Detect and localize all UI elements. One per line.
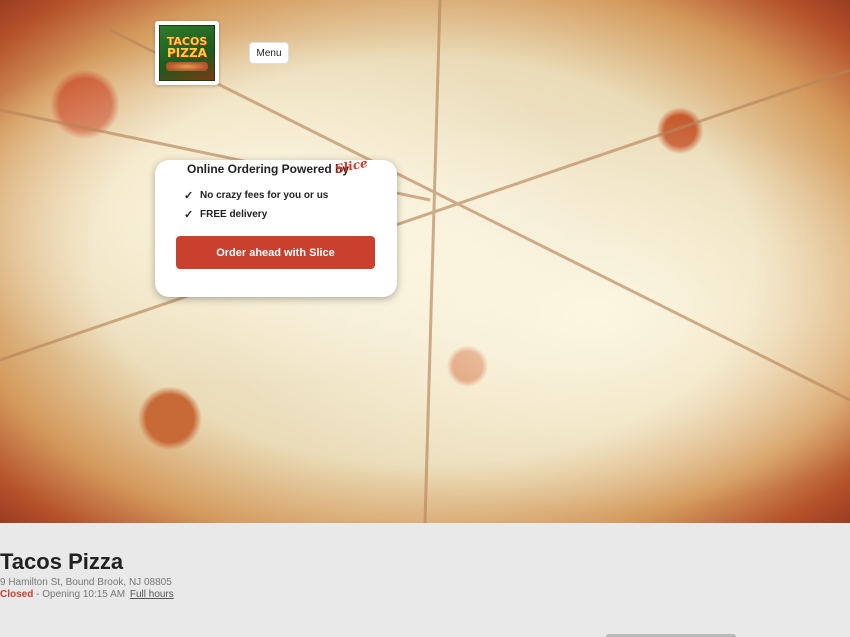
logo-text-line1: TACOS	[166, 34, 208, 48]
feature-item: ✓ No crazy fees for you or us	[184, 189, 328, 202]
pizza-slice-lines	[0, 0, 850, 523]
hours-status: Closed - Opening 10:15 AM Full hours	[0, 589, 174, 600]
logo-text-line2: PIZZA	[167, 45, 207, 60]
restaurant-logo[interactable]: TACOS PIZZA	[155, 21, 219, 85]
slice-promo-card: Online Ordering Powered by Slice ✓ No cr…	[155, 156, 397, 297]
logo-image: TACOS PIZZA	[159, 25, 215, 81]
status-badge: Closed	[0, 589, 34, 600]
promo-title: Online Ordering Powered by	[187, 162, 350, 176]
check-icon: ✓	[184, 209, 194, 221]
restaurant-address: 9 Hamilton St, Bound Brook, NJ 08805	[0, 577, 172, 588]
feature-item: ✓ FREE delivery	[184, 208, 267, 221]
opening-time: - Opening 10:15 AM	[33, 589, 126, 600]
restaurant-name: Tacos Pizza	[0, 549, 124, 574]
menu-button[interactable]: Menu	[249, 42, 289, 64]
restaurant-info: Tacos Pizza 9 Hamilton St, Bound Brook, …	[0, 523, 850, 637]
feature-text: FREE delivery	[200, 209, 268, 220]
order-ahead-button[interactable]: Order ahead with Slice	[176, 236, 375, 269]
feature-text: No crazy fees for you or us	[200, 190, 329, 201]
logo-pizza-graphic	[166, 61, 208, 71]
full-hours-link[interactable]: Full hours	[130, 589, 174, 600]
hero-image	[0, 0, 850, 523]
check-icon: ✓	[184, 190, 194, 202]
